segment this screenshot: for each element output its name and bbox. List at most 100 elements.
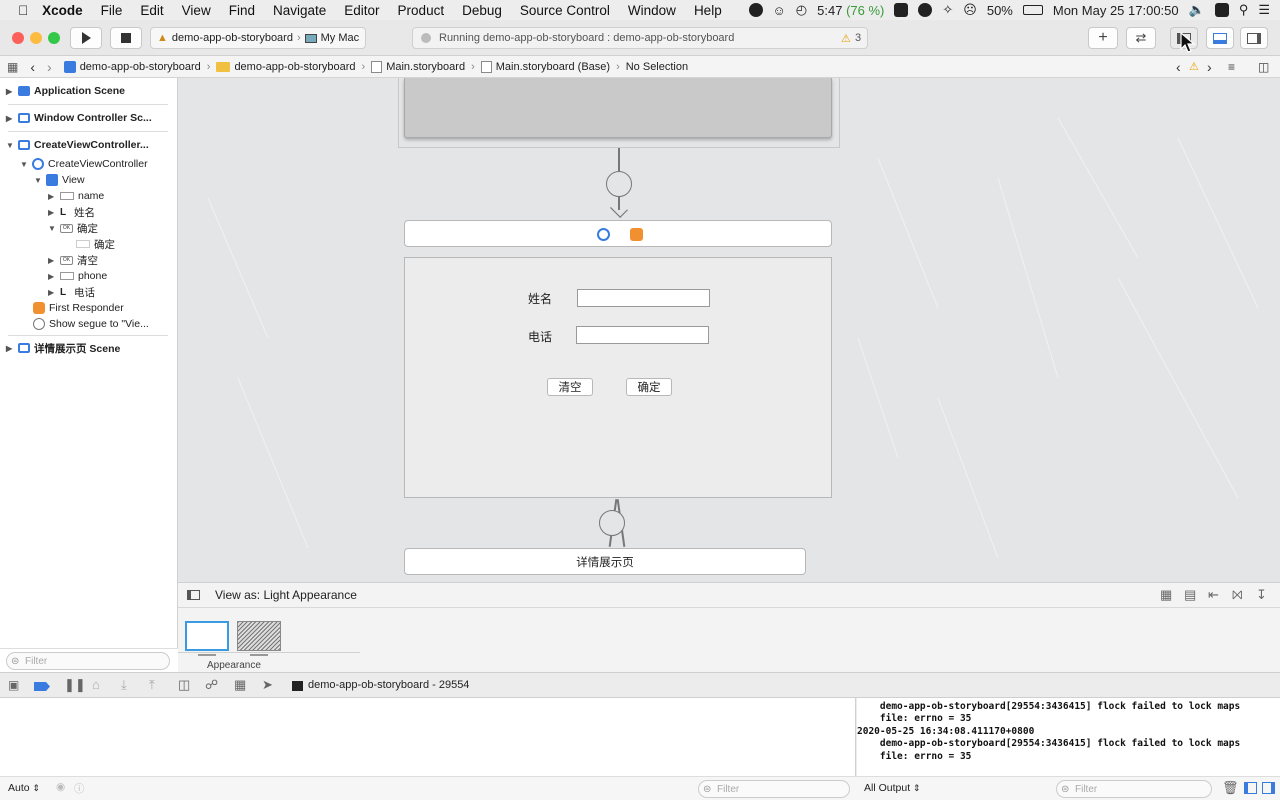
console-filter-input[interactable]: ⊜ Filter bbox=[1056, 780, 1212, 798]
menu-window[interactable]: Window bbox=[628, 3, 676, 18]
text-field-phone[interactable] bbox=[576, 326, 709, 344]
pin-icon[interactable]: ⨝ bbox=[1232, 587, 1243, 603]
user-icon[interactable] bbox=[1214, 3, 1229, 17]
disclosure-right-icon[interactable]: ▶ bbox=[48, 208, 56, 217]
step-into-icon[interactable]: ⤓ bbox=[121, 677, 127, 693]
scheme-selector[interactable]: ▲ demo-app-ob-storyboard › My Mac bbox=[150, 27, 367, 49]
sparkle-icon[interactable]: ✧ bbox=[942, 2, 953, 18]
memory-graph-icon[interactable]: ☍ bbox=[205, 677, 218, 693]
scene-dock[interactable] bbox=[404, 220, 832, 247]
disclosure-down-icon[interactable]: ▼ bbox=[48, 224, 56, 233]
issue-next-icon[interactable]: › bbox=[1207, 59, 1212, 75]
outline-application-scene[interactable]: ▶ Application Scene bbox=[6, 83, 125, 99]
menu-list-icon[interactable]: ☰ bbox=[1258, 2, 1270, 18]
grid-icon[interactable] bbox=[894, 3, 909, 17]
disclosure-right-icon[interactable]: ▶ bbox=[48, 256, 56, 265]
disclosure-right-icon[interactable]: ▶ bbox=[6, 87, 14, 96]
environment-overrides-icon[interactable]: ▦ bbox=[234, 677, 246, 693]
timer-status[interactable]: 5:47 (76 %) bbox=[817, 3, 884, 18]
run-button[interactable] bbox=[70, 27, 102, 49]
outline-item-phone-label[interactable]: ▶ L 电话 bbox=[48, 284, 95, 300]
menu-help[interactable]: Help bbox=[694, 3, 722, 18]
wechat-icon[interactable]: ☹ bbox=[963, 2, 977, 18]
outline-first-responder[interactable]: First Responder bbox=[33, 300, 124, 316]
code-review-button[interactable]: ⇄ bbox=[1126, 27, 1156, 49]
light-appearance-option[interactable] bbox=[185, 621, 229, 651]
outline-window-controller-scene[interactable]: ▶ Window Controller Sc... bbox=[6, 110, 152, 126]
vpn-icon[interactable] bbox=[918, 3, 933, 17]
console-output[interactable]: demo-app-ob-storyboard[29554:3436415] fl… bbox=[857, 698, 1280, 776]
menu-file[interactable]: File bbox=[101, 3, 123, 18]
window-scene-content[interactable] bbox=[404, 78, 832, 138]
outline-item-name-field[interactable]: ▶ name bbox=[48, 188, 104, 204]
zoom-window-button[interactable] bbox=[48, 32, 60, 44]
outline-item-confirm-cell[interactable]: 确定 bbox=[76, 236, 115, 252]
clear-button[interactable]: 清空 bbox=[547, 378, 593, 396]
breadcrumb-project[interactable]: demo-app-ob-storyboard › bbox=[63, 60, 210, 73]
chat-icon[interactable]: ☺ bbox=[773, 3, 786, 18]
step-over-icon[interactable]: ⌂ bbox=[92, 677, 100, 692]
view-controller-icon[interactable] bbox=[597, 228, 610, 241]
confirm-button[interactable]: 确定 bbox=[626, 378, 672, 396]
disclosure-right-icon[interactable]: ▶ bbox=[48, 272, 56, 281]
label-phone[interactable]: 电话 bbox=[528, 328, 552, 345]
outline-detail-scene[interactable]: ▶ 详情展示页 Scene bbox=[6, 340, 120, 356]
outline-item-name-label[interactable]: ▶ L 姓名 bbox=[48, 204, 95, 220]
menu-edit[interactable]: Edit bbox=[140, 3, 163, 18]
menu-view[interactable]: View bbox=[182, 3, 211, 18]
record-icon[interactable] bbox=[748, 3, 763, 17]
menu-app-name[interactable]: Xcode bbox=[42, 3, 83, 18]
detail-scene-title-bar[interactable]: 详情展示页 bbox=[404, 548, 806, 575]
stop-button[interactable] bbox=[110, 27, 142, 49]
simulate-location-icon[interactable]: ➤ bbox=[262, 677, 273, 693]
update-frames-icon[interactable]: ▦ bbox=[1160, 587, 1172, 603]
apple-icon[interactable]:  bbox=[18, 3, 28, 18]
embed-in-icon[interactable]: ▤ bbox=[1184, 587, 1196, 603]
disclosure-down-icon[interactable]: ▼ bbox=[20, 160, 28, 169]
outline-filter-input[interactable]: ⊜ Filter bbox=[6, 652, 170, 670]
view-hierarchy-icon[interactable]: ◫ bbox=[178, 677, 190, 693]
disclosure-right-icon[interactable]: ▶ bbox=[48, 192, 56, 201]
disclosure-down-icon[interactable]: ▼ bbox=[34, 176, 42, 185]
align-icon[interactable]: ⇤ bbox=[1208, 587, 1219, 603]
quick-look-icon[interactable]: ◉ bbox=[56, 781, 65, 793]
toggle-debug-area-button[interactable] bbox=[1206, 27, 1234, 49]
outline-create-vc-scene[interactable]: ▼ CreateViewController... bbox=[6, 137, 149, 153]
outline-view[interactable]: ▼ View bbox=[34, 172, 85, 188]
back-arrow-icon[interactable]: ‹ bbox=[30, 59, 35, 75]
auto-variables-select[interactable]: Auto ⇕ bbox=[8, 782, 40, 794]
variables-filter-input[interactable]: ⊜ Filter bbox=[698, 780, 850, 798]
dark-appearance-option[interactable] bbox=[237, 621, 281, 651]
clock-icon[interactable]: ◴ bbox=[796, 2, 807, 18]
pause-icon[interactable]: ❚❚ bbox=[64, 677, 86, 693]
datetime[interactable]: Mon May 25 17:00:50 bbox=[1053, 3, 1179, 18]
close-window-button[interactable] bbox=[12, 32, 24, 44]
step-out-icon[interactable]: ⤒ bbox=[149, 677, 155, 693]
disclosure-right-icon[interactable]: ▶ bbox=[6, 344, 14, 353]
minimize-window-button[interactable] bbox=[30, 32, 42, 44]
first-responder-icon[interactable] bbox=[630, 228, 643, 241]
breadcrumb-storyboard-base[interactable]: Main.storyboard (Base) › bbox=[480, 60, 620, 73]
battery-percent[interactable]: 50% bbox=[987, 3, 1013, 18]
menu-find[interactable]: Find bbox=[229, 3, 255, 18]
outline-segue[interactable]: Show segue to "Vie... bbox=[33, 316, 149, 332]
trash-icon[interactable]: 🗑 bbox=[1222, 780, 1239, 796]
info-icon[interactable]: ⓘ bbox=[74, 781, 85, 796]
process-label[interactable]: demo-app-ob-storyboard - 29554 bbox=[308, 679, 469, 691]
disclosure-down-icon[interactable]: ▼ bbox=[6, 141, 14, 150]
view-controller-view[interactable]: 姓名 电话 清空 确定 bbox=[404, 257, 832, 498]
hide-debug-area-icon[interactable]: ▣ bbox=[8, 678, 19, 692]
outline-item-clear-button[interactable]: ▶ OK 清空 bbox=[48, 252, 98, 268]
interface-builder-canvas[interactable]: 姓名 电话 清空 确定 详情展示页 bbox=[178, 78, 1280, 582]
editor-options-icon[interactable]: ≡ bbox=[1228, 60, 1235, 74]
menu-editor[interactable]: Editor bbox=[344, 3, 379, 18]
view-as-label[interactable]: View as: Light Appearance bbox=[215, 588, 357, 602]
related-items-icon[interactable]: ▦ bbox=[7, 60, 18, 74]
warning-icon[interactable]: ⚠ bbox=[841, 32, 851, 45]
outline-item-phone-field[interactable]: ▶ phone bbox=[48, 268, 107, 284]
output-select[interactable]: All Output ⇕ bbox=[864, 782, 921, 794]
text-field-name[interactable] bbox=[577, 289, 710, 307]
disclosure-right-icon[interactable]: ▶ bbox=[6, 114, 14, 123]
breadcrumb-folder[interactable]: demo-app-ob-storyboard › bbox=[216, 61, 365, 73]
show-segue-circle-icon[interactable] bbox=[599, 510, 625, 536]
